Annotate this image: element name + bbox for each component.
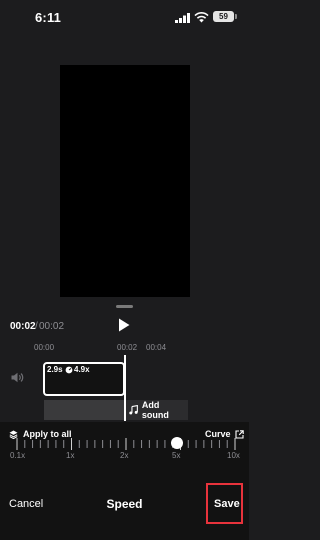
- battery-tip: [235, 14, 237, 19]
- status-time: 6:11: [35, 10, 62, 25]
- ruler-label: 00:00: [34, 343, 55, 352]
- signal-icon: [175, 13, 190, 23]
- clip-speed: 4.9x: [74, 365, 90, 374]
- clip-duration: 2.9s: [47, 365, 63, 374]
- play-icon[interactable]: [118, 318, 130, 332]
- video-preview[interactable]: [60, 65, 190, 297]
- add-sound-button[interactable]: Add sound: [126, 400, 188, 420]
- add-sound-label: Add sound: [141, 400, 169, 420]
- speed-slider-thumb[interactable]: [171, 437, 183, 449]
- save-button[interactable]: Save: [214, 498, 240, 510]
- current-time: 00:02: [10, 321, 36, 332]
- time-separator: /: [35, 321, 38, 332]
- volume-icon[interactable]: [11, 372, 24, 383]
- speed-icon: [65, 366, 73, 374]
- battery-icon: 59: [213, 11, 234, 22]
- drag-handle[interactable]: [116, 305, 133, 308]
- audio-track: [44, 400, 124, 420]
- wifi-icon: [194, 12, 209, 23]
- ruler-label: 00:02: [117, 343, 138, 352]
- music-note-icon: [129, 405, 138, 415]
- ruler-label: 00:04: [146, 343, 167, 352]
- total-time: 00:02: [39, 321, 65, 332]
- speed-slider-track[interactable]: [16, 434, 236, 454]
